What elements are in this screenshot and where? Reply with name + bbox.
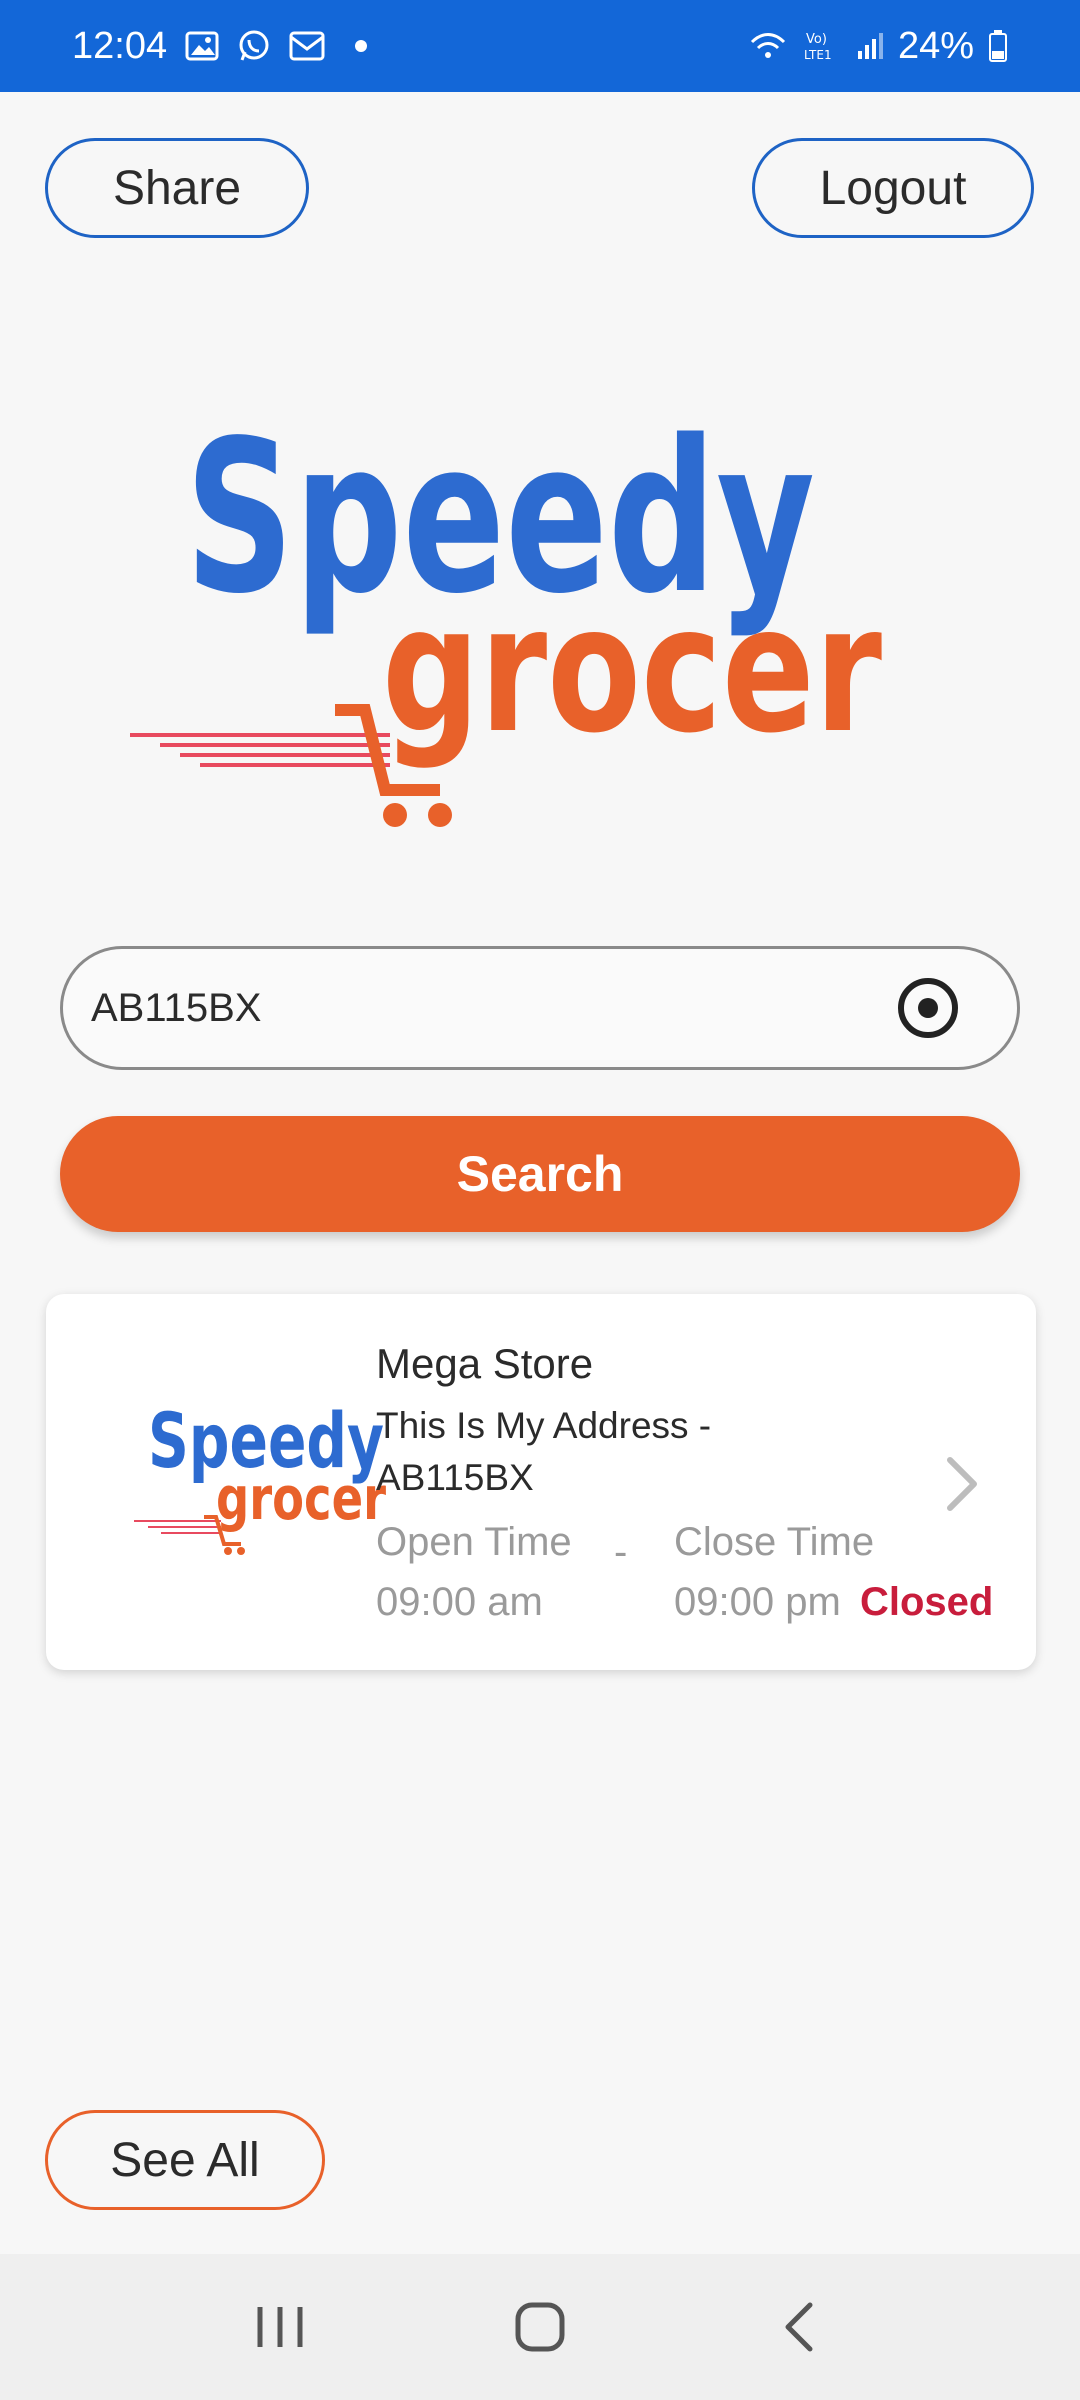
- status-left: 12:04: [72, 24, 368, 68]
- notification-dot: [355, 40, 368, 52]
- recents-button[interactable]: [240, 2287, 320, 2367]
- svg-text:Vo): Vo): [806, 32, 827, 47]
- store-address: This Is My Address - AB115BX: [376, 1405, 712, 1498]
- home-button[interactable]: [500, 2287, 580, 2367]
- volte-icon: Vo) LTE1: [802, 29, 842, 63]
- open-time-label: Open Time: [376, 1520, 572, 1564]
- status-right: Vo) LTE1 24%: [748, 25, 1008, 68]
- mail-icon: [289, 31, 325, 61]
- recents-icon: [257, 2307, 303, 2347]
- speedy-grocer-logo: Speedy grocer: [130, 410, 882, 827]
- wifi-icon: [748, 30, 788, 62]
- time-separator: -: [614, 1530, 628, 1574]
- location-target-icon[interactable]: [895, 975, 961, 1041]
- store-name: Mega Store: [376, 1340, 594, 1387]
- logout-button[interactable]: Logout: [752, 138, 1034, 238]
- back-button[interactable]: [760, 2287, 840, 2367]
- store-logo: Speedy grocer: [134, 1399, 386, 1555]
- svg-text:grocer: grocer: [216, 1464, 386, 1534]
- store-status-badge: Closed: [860, 1580, 994, 1624]
- whatsapp-icon: [237, 29, 271, 63]
- see-all-button[interactable]: See All: [45, 2110, 325, 2210]
- cart-speed-lines: [130, 733, 390, 767]
- battery-icon: [988, 29, 1008, 63]
- store-card[interactable]: Speedy grocer Mega Store This Is My Addr…: [46, 1294, 1036, 1670]
- open-time-value: 09:00 am: [376, 1580, 543, 1624]
- close-time-value: 09:00 pm: [674, 1580, 841, 1624]
- chevron-right-icon[interactable]: [944, 1454, 980, 1514]
- close-time-label: Close Time: [674, 1520, 875, 1564]
- status-time: 12:04: [72, 24, 168, 67]
- battery-percent: 24%: [897, 24, 974, 67]
- signal-icon: [856, 31, 884, 61]
- postcode-search-field[interactable]: [60, 946, 1020, 1070]
- system-nav-bar: [0, 2254, 1080, 2400]
- status-bar: 12:04 Vo) LTE1 24%: [0, 0, 1080, 92]
- share-button[interactable]: Share: [45, 138, 309, 238]
- svg-text:LTE1: LTE1: [804, 48, 832, 62]
- postcode-input[interactable]: [91, 985, 895, 1031]
- search-button[interactable]: Search: [60, 1116, 1020, 1232]
- back-icon: [785, 2302, 813, 2352]
- gallery-icon: [185, 31, 219, 61]
- home-icon: [515, 2302, 565, 2352]
- logo-brand-bottom: grocer: [382, 569, 882, 772]
